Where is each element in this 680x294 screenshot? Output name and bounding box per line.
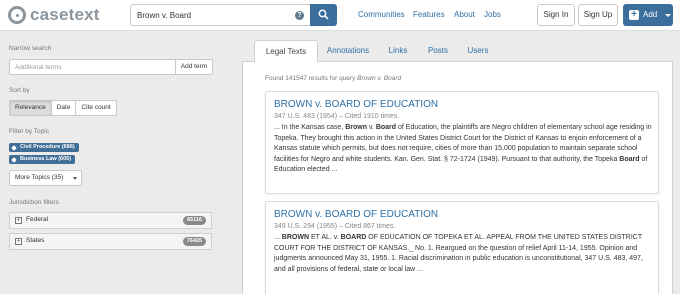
result-title-link[interactable]: BROWN v. BOARD OF EDUCATION bbox=[274, 209, 438, 220]
tab-bar: Legal Texts Annotations Links Posts User… bbox=[242, 40, 673, 63]
jurisdiction-row-states[interactable]: + States 76426 bbox=[9, 233, 212, 250]
result-snippet: ... In the Kansas case, Brown v. Board o… bbox=[274, 123, 654, 176]
jurisdiction-name: States bbox=[26, 237, 45, 244]
top-navbar: casetext ? Communities Features About Jo… bbox=[0, 0, 680, 31]
topic-tag-civil-procedure[interactable]: Civil Procedure (686) bbox=[9, 143, 79, 152]
casetext-logo[interactable]: casetext bbox=[8, 5, 100, 25]
more-topics-dropdown[interactable]: More Topics (35) bbox=[9, 170, 82, 186]
nav-jobs[interactable]: Jobs bbox=[484, 10, 501, 19]
tab-users[interactable]: Users bbox=[462, 40, 494, 62]
nav-communities[interactable]: Communities bbox=[358, 10, 405, 19]
nav-about[interactable]: About bbox=[454, 10, 475, 19]
result-card: BROWN v. BOARD OF EDUCATION 349 U.S. 294… bbox=[265, 201, 659, 294]
snippet-text: ... bbox=[274, 234, 282, 241]
search-icon bbox=[318, 9, 329, 20]
highlighted-term: BOARD bbox=[340, 234, 367, 241]
add-term-button[interactable]: Add term bbox=[175, 59, 213, 75]
snippet-text: v. bbox=[367, 124, 376, 131]
add-button[interactable]: + Add bbox=[623, 4, 673, 26]
expand-icon[interactable]: + bbox=[15, 217, 22, 224]
highlighted-term: BROWN bbox=[281, 234, 309, 241]
snippet-text: ... In the Kansas case, bbox=[274, 124, 346, 131]
tab-posts[interactable]: Posts bbox=[422, 40, 454, 62]
highlighted-term: Board bbox=[619, 155, 640, 163]
results-query: Brown v. Board bbox=[357, 75, 402, 82]
add-button-label: Add bbox=[643, 10, 658, 19]
result-snippet: ... BROWN ET AL. v. BOARD OF EDUCATION O… bbox=[274, 233, 654, 275]
sort-relevance-button[interactable]: Relevance bbox=[10, 101, 52, 115]
additional-terms-input[interactable] bbox=[10, 60, 170, 74]
plus-icon: + bbox=[629, 10, 639, 20]
results-count-text: Found 141547 results for query bbox=[265, 75, 356, 82]
chevron-down-icon bbox=[665, 14, 671, 17]
sort-cite-count-button[interactable]: Cite count bbox=[76, 101, 115, 115]
help-icon[interactable]: ? bbox=[295, 11, 304, 20]
result-card: BROWN v. BOARD OF EDUCATION 347 U.S. 483… bbox=[265, 91, 659, 194]
more-topics-label: More Topics (35) bbox=[15, 174, 64, 181]
tab-legal-texts[interactable]: Legal Texts bbox=[254, 40, 318, 63]
sort-button-group: Relevance Date Cite count bbox=[9, 100, 117, 116]
result-title-link[interactable]: BROWN v. BOARD OF EDUCATION bbox=[274, 99, 438, 110]
logo-icon bbox=[8, 6, 26, 24]
sort-date-button[interactable]: Date bbox=[52, 101, 77, 115]
expand-icon[interactable]: + bbox=[15, 238, 22, 245]
tab-annotations[interactable]: Annotations bbox=[322, 40, 374, 62]
tab-links[interactable]: Links bbox=[382, 40, 414, 62]
highlighted-term: Brown bbox=[345, 124, 367, 131]
sign-up-button[interactable]: Sign Up bbox=[578, 4, 618, 26]
topic-tag-business-law[interactable]: Business Law (605) bbox=[9, 155, 76, 164]
search-button[interactable] bbox=[310, 4, 337, 26]
snippet-text: ET AL. v. bbox=[309, 234, 341, 241]
count-badge: 76426 bbox=[182, 237, 206, 246]
count-badge: 65116 bbox=[183, 216, 206, 225]
jurisdiction-name: Federal bbox=[26, 216, 49, 223]
search-input[interactable] bbox=[131, 5, 281, 25]
sign-in-button[interactable]: Sign In bbox=[537, 4, 575, 26]
chevron-down-icon bbox=[73, 177, 77, 180]
search-field[interactable]: ? bbox=[130, 4, 310, 26]
jurisdiction-filters-label: Jurisdiction filters bbox=[9, 199, 59, 206]
jurisdiction-row-federal[interactable]: + Federal 65116 bbox=[9, 212, 212, 229]
result-citation: 347 U.S. 483 (1954) – Cited 1910 times. bbox=[274, 113, 400, 120]
additional-terms-field[interactable] bbox=[9, 59, 176, 75]
highlighted-term: Board bbox=[375, 124, 397, 131]
result-citation: 349 U.S. 294 (1955) – Cited 867 times. bbox=[274, 223, 396, 230]
results-count: Found 141547 results for query Brown v. … bbox=[265, 75, 401, 82]
logo-text: casetext bbox=[30, 5, 100, 24]
narrow-search-label: Narrow search bbox=[9, 45, 52, 52]
sort-by-label: Sort by bbox=[9, 87, 30, 94]
filter-by-topic-label: Filter by Topic bbox=[9, 128, 49, 135]
nav-features[interactable]: Features bbox=[413, 10, 445, 19]
